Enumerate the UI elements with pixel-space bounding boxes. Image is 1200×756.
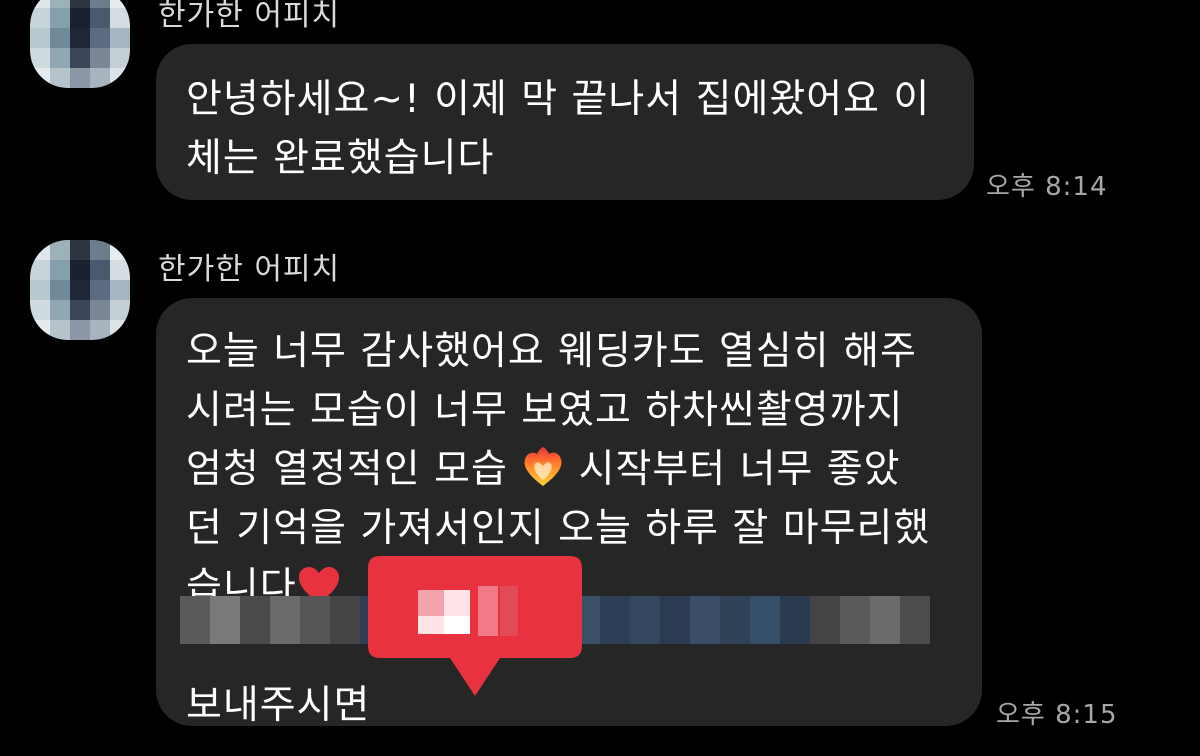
avatar[interactable]: [30, 0, 130, 88]
sender-name: 한가한 어피치: [158, 252, 341, 287]
message-timestamp: 오후 8:15: [996, 700, 1118, 730]
avatar[interactable]: [30, 240, 130, 340]
chat-screen: 한가한 어피치 안녕하세요~! 이제 막 끝나서 집에왔어요 이 체는 완료했습…: [0, 0, 1200, 756]
sender-name: 한가한 어피치: [158, 0, 341, 33]
message-text: 안녕하세요~! 이제 막 끝나서 집에왔어요 이 체는 완료했습니다: [186, 77, 931, 181]
message-timestamp: 오후 8:14: [986, 172, 1108, 202]
heart-on-fire-icon: [524, 447, 562, 486]
heart-reaction-icon[interactable]: [360, 546, 590, 706]
message-bubble[interactable]: 안녕하세요~! 이제 막 끝나서 집에왔어요 이 체는 완료했습니다: [156, 44, 974, 200]
